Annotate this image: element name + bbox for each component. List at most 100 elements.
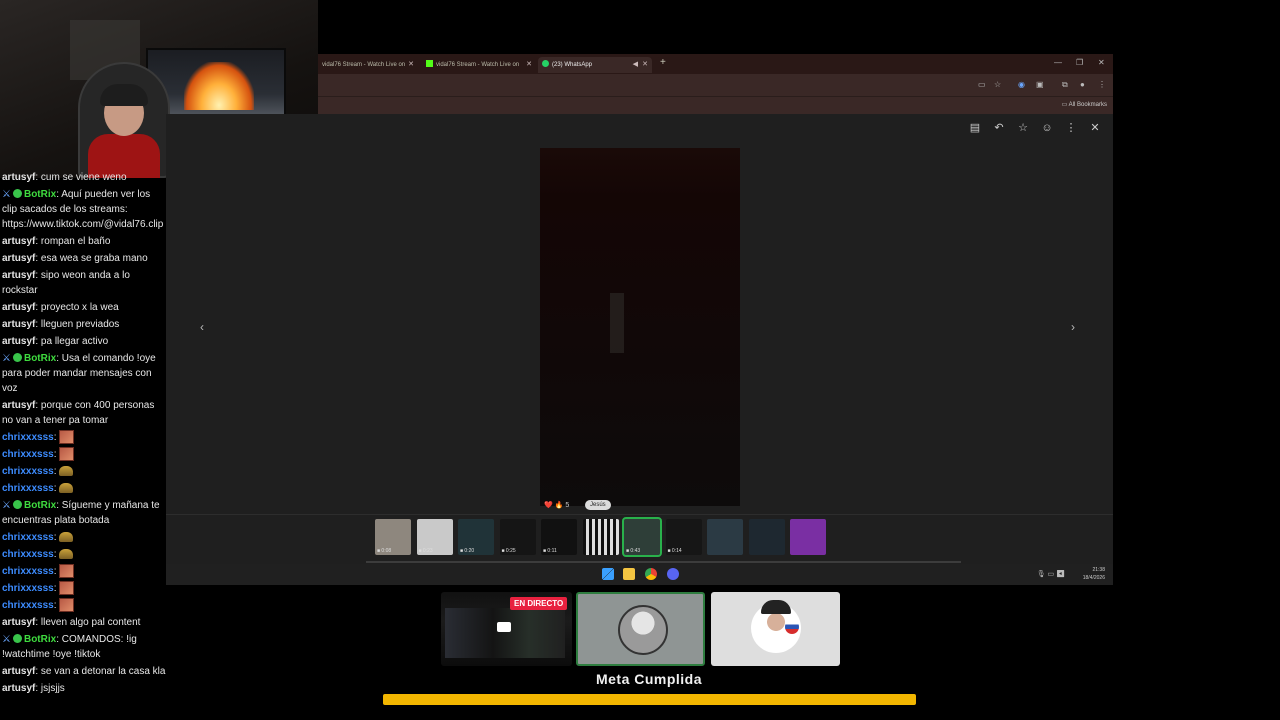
bookmarks-bar: ▭ All Bookmarks bbox=[318, 96, 1113, 114]
chat-message: chrixxxsss: bbox=[2, 481, 166, 496]
bookmark-star-icon[interactable]: ☆ bbox=[994, 80, 1001, 89]
streamer-hair bbox=[100, 84, 148, 106]
system-tray-icons[interactable]: 🎙 ▭ ◀ bbox=[1037, 570, 1065, 578]
chat-username[interactable]: chrixxxsss bbox=[2, 449, 54, 460]
media-thumbnail[interactable] bbox=[748, 519, 785, 555]
whatsapp-icon bbox=[542, 60, 549, 67]
all-bookmarks-label: All Bookmarks bbox=[1068, 102, 1107, 108]
media-thumbnail[interactable]: ■ 0:23 bbox=[416, 519, 453, 555]
chat-username[interactable]: artusyf bbox=[2, 302, 35, 313]
tab-kick-2[interactable]: vidal76 Stream - Watch Live on ✕ bbox=[422, 57, 536, 73]
close-tab-icon[interactable]: ✕ bbox=[408, 57, 414, 73]
chat-username[interactable]: artusyf bbox=[2, 319, 35, 330]
profile-icon[interactable]: ● bbox=[1080, 80, 1085, 89]
sender-tooltip: Jesús bbox=[585, 500, 611, 510]
mic-icon[interactable]: 🎙 bbox=[1037, 571, 1046, 578]
media-thumbnail[interactable] bbox=[707, 519, 743, 555]
volume-icon[interactable]: ◀ bbox=[1056, 571, 1065, 578]
chat-username[interactable]: chrixxxsss bbox=[2, 549, 54, 560]
chat-message: ⚔ BotRix: Aquí pueden ver los clip sacado… bbox=[2, 189, 164, 230]
mod-badge-icon: ⚔ bbox=[2, 189, 11, 200]
flag-icon bbox=[785, 620, 799, 634]
chevron-right-icon[interactable]: › bbox=[1071, 320, 1075, 334]
media-thumbnail[interactable]: ■ 0:20 bbox=[458, 519, 494, 555]
windows-start-icon[interactable] bbox=[602, 568, 614, 580]
chrome-icon[interactable] bbox=[645, 568, 657, 580]
thumbnail-duration: ■ 0:08 bbox=[377, 548, 392, 554]
browser-toolbar: ▭ ☆ ◉ ▣ ⧉ ● ⋮ bbox=[318, 74, 1113, 96]
reply-icon[interactable]: ↶ bbox=[993, 122, 1005, 134]
chat-text: COMANDOS: !ig !watchtime !oye !tiktok bbox=[2, 634, 137, 660]
chat-username[interactable]: artusyf bbox=[2, 617, 35, 628]
chat-bubble-icon bbox=[497, 622, 511, 632]
media-content[interactable] bbox=[540, 148, 740, 506]
minimize-icon[interactable]: — bbox=[1054, 58, 1062, 67]
chat-message: chrixxxsss: bbox=[2, 430, 166, 445]
chat-username[interactable]: chrixxxsss bbox=[2, 532, 54, 543]
chat-username[interactable]: BotRix bbox=[24, 500, 56, 511]
browser-window: vidal76 Stream - Watch Live on ✕ vidal76… bbox=[318, 54, 1113, 114]
close-tab-icon[interactable]: ✕ bbox=[526, 57, 532, 73]
chat-username[interactable]: chrixxxsss bbox=[2, 466, 54, 477]
chat-username[interactable]: BotRix bbox=[24, 189, 56, 200]
speaker-icon[interactable]: ◀ bbox=[633, 57, 638, 73]
tab-strip: vidal76 Stream - Watch Live on ✕ vidal76… bbox=[318, 54, 1113, 74]
chevron-left-icon[interactable]: ‹ bbox=[200, 320, 204, 334]
reactions-bar[interactable]: ❤️ 🔥 5 bbox=[544, 501, 569, 509]
discord-icon[interactable] bbox=[667, 568, 679, 580]
chat-username[interactable]: artusyf bbox=[2, 336, 35, 347]
star-icon[interactable]: ☆ bbox=[1017, 122, 1029, 134]
chat-username[interactable]: chrixxxsss bbox=[2, 432, 54, 443]
emote-icon bbox=[59, 564, 75, 579]
new-tab-icon[interactable]: + bbox=[660, 57, 666, 68]
media-thumbnail[interactable]: ■ 0:08 bbox=[375, 519, 411, 555]
media-thumbnail[interactable]: ■ 0:11 bbox=[541, 519, 577, 555]
extensions-puzzle-icon[interactable]: ⧉ bbox=[1062, 80, 1068, 90]
goal-progress-fill bbox=[383, 694, 916, 705]
cast-icon[interactable]: ▭ bbox=[978, 80, 986, 89]
chat-message: chrixxxsss: bbox=[2, 581, 166, 596]
chat-username[interactable]: artusyf bbox=[2, 236, 35, 247]
media-thumbnail[interactable]: ■ 0:25 bbox=[499, 519, 536, 555]
media-thumbnail[interactable] bbox=[790, 519, 826, 555]
file-explorer-icon[interactable] bbox=[623, 568, 635, 580]
media-thumbnail[interactable] bbox=[582, 519, 619, 555]
mod-badge-icon: ⚔ bbox=[2, 353, 11, 364]
tab-whatsapp[interactable]: (23) WhatsApp ◀ ✕ bbox=[538, 57, 652, 73]
close-window-icon[interactable]: ✕ bbox=[1098, 58, 1105, 67]
close-tab-icon[interactable]: ✕ bbox=[642, 57, 648, 73]
chat-username[interactable]: artusyf bbox=[2, 270, 35, 281]
emote-icon bbox=[59, 447, 75, 462]
chat-username[interactable]: chrixxxsss bbox=[2, 566, 54, 577]
chat-username[interactable]: chrixxxsss bbox=[2, 483, 54, 494]
chat-username[interactable]: artusyf bbox=[2, 172, 35, 183]
chat-username[interactable]: artusyf bbox=[2, 253, 35, 264]
chat-username[interactable]: BotRix bbox=[24, 353, 56, 364]
tab-label: vidal76 Stream - Watch Live on bbox=[436, 62, 520, 68]
emoji-icon[interactable]: ☺ bbox=[1041, 122, 1053, 134]
stream-chat: artusyf: cum se viene weno ⚔ BotRix: Aquí … bbox=[0, 170, 166, 720]
chat-text: proyecto x la wea bbox=[40, 302, 119, 313]
tab-kick-1[interactable]: vidal76 Stream - Watch Live on ✕ bbox=[318, 57, 418, 73]
media-thumbnail[interactable]: ■ 0:14 bbox=[665, 519, 702, 555]
restore-icon[interactable]: ❐ bbox=[1076, 58, 1083, 67]
chat-username[interactable]: chrixxxsss bbox=[2, 583, 54, 594]
chat-message: chrixxxsss: bbox=[2, 598, 166, 613]
all-bookmarks-button[interactable]: ▭ All Bookmarks bbox=[1062, 101, 1107, 108]
emote-icon bbox=[59, 483, 74, 494]
chat-username[interactable]: chrixxxsss bbox=[2, 600, 54, 611]
thumbnail-scrollbar[interactable] bbox=[366, 561, 961, 563]
more-options-icon[interactable]: ⋮ bbox=[1065, 122, 1077, 134]
network-icon[interactable]: ▭ bbox=[1048, 571, 1055, 578]
emote-icon bbox=[59, 532, 74, 543]
menu-kebab-icon[interactable]: ⋮ bbox=[1098, 80, 1106, 89]
clock[interactable]: 21:38 18/4/2026 bbox=[1083, 566, 1105, 582]
extension-icon[interactable]: ▣ bbox=[1036, 80, 1044, 89]
media-thumbnail[interactable]: ■ 0:43 bbox=[622, 517, 662, 557]
chat-username[interactable]: artusyf bbox=[2, 400, 35, 411]
emote-icon bbox=[59, 598, 75, 613]
message-icon[interactable]: ▤ bbox=[969, 122, 981, 134]
extension-icon[interactable]: ◉ bbox=[1018, 80, 1025, 89]
chat-username[interactable]: BotRix bbox=[24, 634, 56, 645]
close-icon[interactable]: ✕ bbox=[1089, 122, 1101, 134]
